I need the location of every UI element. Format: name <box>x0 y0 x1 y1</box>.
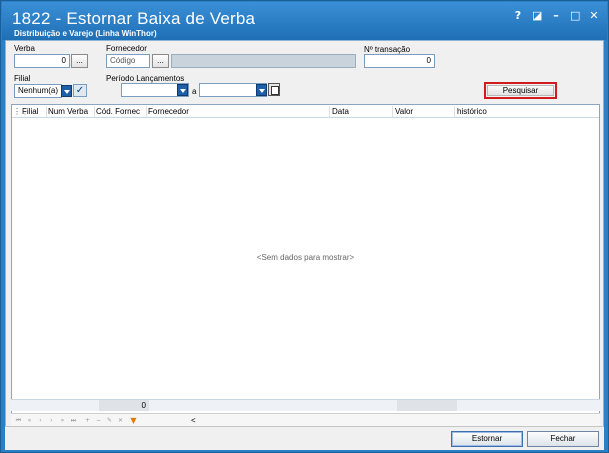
fechar-button[interactable]: Fechar <box>527 431 599 447</box>
empty-grid-message: <Sem dados para mostrar> <box>256 253 355 262</box>
column-fornecedor[interactable]: Fornecedor <box>148 107 189 116</box>
title-bar: 1822 - Estornar Baixa de Verba Distribui… <box>2 2 607 40</box>
column-data[interactable]: Data <box>332 107 349 116</box>
nav-insert-icon[interactable]: + <box>83 416 92 425</box>
results-grid[interactable]: ⋮⋮ Filial Num Verba Cód. Fornec Forneced… <box>11 104 600 430</box>
periodo-start-dropdown-icon[interactable] <box>177 84 188 96</box>
fornecedor-code-input[interactable]: Código <box>106 54 150 68</box>
window-subtitle: Distribuição e Varejo (Linha WinThor) <box>14 29 157 38</box>
form-client-area: Verba 0 ... Fornecedor Código ... Nº tra… <box>5 40 604 450</box>
column-cod-fornec[interactable]: Cód. Fornec <box>96 107 140 116</box>
verba-browse-button[interactable]: ... <box>71 54 88 68</box>
periodo-label: Período Lançamentos <box>106 74 185 83</box>
nav-delete-icon[interactable]: − <box>94 416 103 425</box>
restore-icon[interactable]: ◪ <box>532 10 542 22</box>
column-divider <box>46 106 47 117</box>
column-divider <box>329 106 330 117</box>
fornecedor-name-field <box>171 54 356 68</box>
minimize-icon[interactable]: – <box>551 10 561 22</box>
column-filial[interactable]: Filial <box>22 107 38 116</box>
action-bar: Estornar Fechar <box>5 426 604 450</box>
filter-icon[interactable]: ▼ <box>129 416 138 425</box>
nav-first-icon[interactable]: ⏮ <box>14 416 23 425</box>
column-divider <box>454 106 455 117</box>
periodo-end-dropdown-icon[interactable] <box>256 84 267 96</box>
window-title: 1822 - Estornar Baixa de Verba <box>12 9 256 28</box>
column-num-verba[interactable]: Num Verba <box>48 107 88 116</box>
search-button[interactable]: Pesquisar <box>484 82 557 99</box>
help-icon[interactable]: ? <box>513 10 523 22</box>
summary-cell <box>397 400 457 411</box>
grid-header: ⋮⋮ Filial Num Verba Cód. Fornec Forneced… <box>12 105 599 118</box>
transacao-label: Nº transação <box>364 45 411 54</box>
column-divider <box>392 106 393 117</box>
maximize-icon[interactable]: □ <box>570 10 580 22</box>
column-valor[interactable]: Valor <box>395 107 413 116</box>
filial-select[interactable]: Nenhum(a) <box>14 84 62 98</box>
nav-next-icon[interactable]: › <box>47 416 56 425</box>
column-divider <box>94 106 95 117</box>
app-window: 1822 - Estornar Baixa de Verba Distribui… <box>0 0 609 453</box>
periodo-separator: a <box>192 87 197 96</box>
column-divider <box>146 106 147 117</box>
nav-cancel-icon[interactable]: ✕ <box>116 416 125 425</box>
nav-prev-page-icon[interactable]: « <box>25 416 34 425</box>
verba-input[interactable]: 0 <box>14 54 70 68</box>
fornecedor-label: Fornecedor <box>106 44 147 53</box>
grid-summary-footer: 0 <box>11 399 600 411</box>
record-count: 0 <box>99 400 149 411</box>
calendar-icon[interactable] <box>268 83 280 96</box>
nav-last-icon[interactable]: ⏭ <box>69 416 78 425</box>
filial-label: Filial <box>14 74 31 83</box>
transacao-input[interactable]: 0 <box>364 54 435 68</box>
estornar-button[interactable]: Estornar <box>451 431 523 447</box>
nav-next-page-icon[interactable]: » <box>58 416 67 425</box>
nav-edit-icon[interactable]: ✎ <box>105 416 114 425</box>
grid-navigator: ⏮ « ‹ › » ⏭ + − ✎ ✕ ▼ < <box>11 413 600 427</box>
fornecedor-browse-button[interactable]: ... <box>152 54 169 68</box>
close-icon[interactable]: ✕ <box>589 10 599 22</box>
column-historico[interactable]: histórico <box>457 107 487 116</box>
verba-label: Verba <box>14 44 35 53</box>
search-button-label: Pesquisar <box>487 85 554 96</box>
scroll-left-icon[interactable]: < <box>191 416 196 425</box>
filial-dropdown-icon[interactable] <box>61 85 72 97</box>
filial-check-icon[interactable]: ✓ <box>73 84 87 97</box>
window-controls: ? ◪ – □ ✕ <box>513 10 599 22</box>
nav-prev-icon[interactable]: ‹ <box>36 416 45 425</box>
